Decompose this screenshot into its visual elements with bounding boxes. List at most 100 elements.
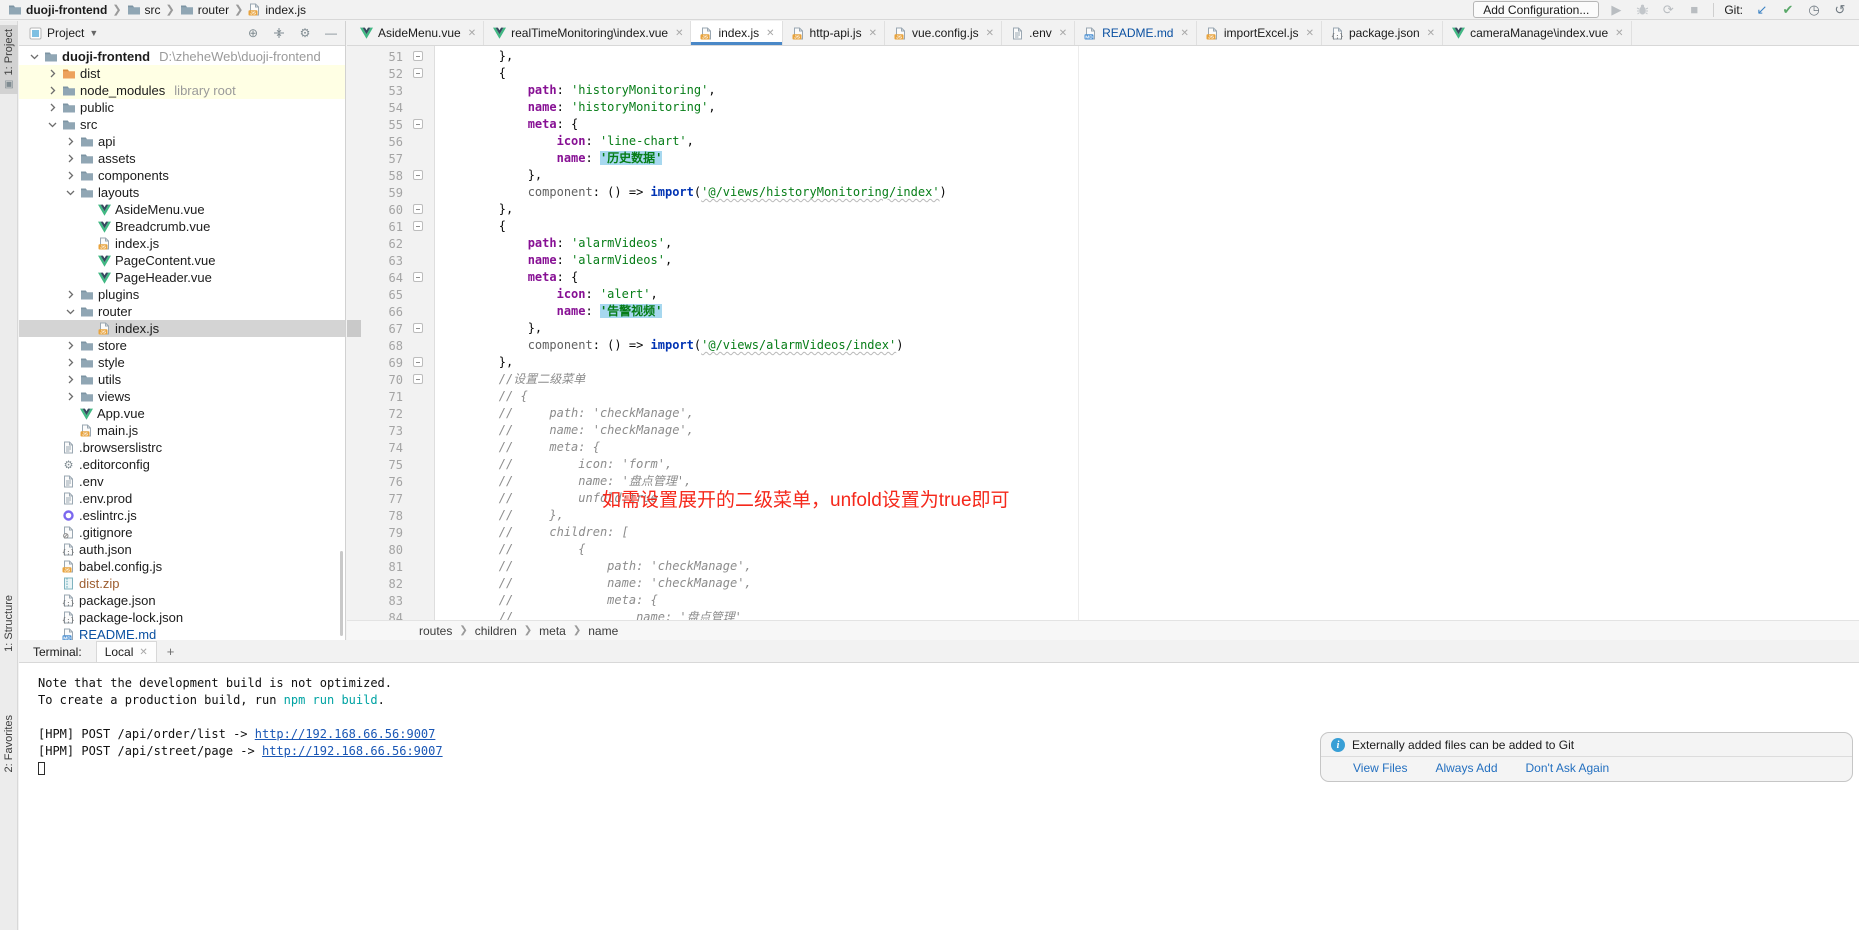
- gutter-row[interactable]: 55: [347, 116, 434, 133]
- gutter-row[interactable]: 78: [347, 507, 434, 524]
- chevron-down-icon[interactable]: [65, 306, 76, 317]
- tree-item-app.vue[interactable]: App.vue: [19, 405, 345, 422]
- code-line[interactable]: // meta: {: [441, 592, 1859, 609]
- chevron-right-icon[interactable]: [47, 85, 58, 96]
- gutter-row[interactable]: 84: [347, 609, 434, 620]
- editor-tab-http-api.js[interactable]: JShttp-api.js✕: [783, 21, 885, 45]
- code-line[interactable]: },: [441, 48, 1859, 65]
- tree-item-index.js[interactable]: JSindex.js: [19, 320, 345, 337]
- tree-item-main.js[interactable]: JSmain.js: [19, 422, 345, 439]
- editor-tab-realtimemonitoring-index.vue[interactable]: realTimeMonitoring\index.vue✕: [484, 21, 691, 45]
- fold-toggle-icon[interactable]: [413, 51, 423, 61]
- fold-toggle-icon[interactable]: [413, 374, 423, 384]
- gutter-row[interactable]: 59: [347, 184, 434, 201]
- code-line[interactable]: // name: '盘点管理': [441, 609, 1859, 620]
- tree-item-plugins[interactable]: plugins: [19, 286, 345, 303]
- tree-item-package.json[interactable]: {;}package.json: [19, 592, 345, 609]
- code-line[interactable]: // name: 'checkManage',: [441, 422, 1859, 439]
- chevron-right-icon[interactable]: [65, 289, 76, 300]
- terminal-tab-local[interactable]: Local ✕: [96, 641, 157, 662]
- tree-item-public[interactable]: public: [19, 99, 345, 116]
- gutter-row[interactable]: 71: [347, 388, 434, 405]
- run-with-coverage-icon[interactable]: ⟳: [1659, 1, 1677, 19]
- gutter-row[interactable]: 79: [347, 524, 434, 541]
- code-line[interactable]: {: [441, 65, 1859, 82]
- code-line[interactable]: },: [441, 320, 1859, 337]
- fold-toggle-icon[interactable]: [413, 170, 423, 180]
- fold-toggle-icon[interactable]: [413, 323, 423, 333]
- code-line[interactable]: meta: {: [441, 269, 1859, 286]
- editor-breadcrumb-item[interactable]: meta: [539, 624, 566, 638]
- new-terminal-session-button[interactable]: +: [167, 644, 175, 659]
- close-icon[interactable]: ✕: [139, 647, 147, 658]
- gutter-row[interactable]: 73: [347, 422, 434, 439]
- breadcrumb-item[interactable]: duoji-frontend: [8, 3, 107, 17]
- tree-scrollbar[interactable]: [340, 551, 343, 636]
- terminal-output[interactable]: Note that the development build is not o…: [19, 663, 1859, 930]
- tool-window-project-button[interactable]: 1: Project ▣: [0, 25, 18, 94]
- tree-item-.env.prod[interactable]: .env.prod: [19, 490, 345, 507]
- tree-item-layouts[interactable]: layouts: [19, 184, 345, 201]
- tree-item-auth.json[interactable]: {;}auth.json: [19, 541, 345, 558]
- notification-action-don-t-ask-again[interactable]: Don't Ask Again: [1526, 761, 1610, 775]
- tree-item-assets[interactable]: assets: [19, 150, 345, 167]
- code-line[interactable]: icon: 'alert',: [441, 286, 1859, 303]
- fold-toggle-icon[interactable]: [413, 272, 423, 282]
- tree-item-duoji-frontend[interactable]: duoji-frontendD:\zheheWeb\duoji-frontend: [19, 48, 345, 65]
- tree-item-views[interactable]: views: [19, 388, 345, 405]
- code-line[interactable]: // icon: 'form',: [441, 456, 1859, 473]
- code-line[interactable]: //设置二级菜单: [441, 371, 1859, 388]
- gutter-row[interactable]: 56: [347, 133, 434, 150]
- code-line[interactable]: },: [441, 167, 1859, 184]
- tree-item-babel.config.js[interactable]: JSbabel.config.js: [19, 558, 345, 575]
- code-lines[interactable]: }, { path: 'historyMonitoring', name: 'h…: [435, 46, 1859, 620]
- editor-tab-.env[interactable]: .env✕: [1002, 21, 1075, 45]
- code-line[interactable]: path: 'historyMonitoring',: [441, 82, 1859, 99]
- tree-item-.browserslistrc[interactable]: .browserslistrc: [19, 439, 345, 456]
- gutter-row[interactable]: 51: [347, 48, 434, 65]
- editor-tab-asidemenu.vue[interactable]: AsideMenu.vue✕: [351, 21, 484, 45]
- tree-item-components[interactable]: components: [19, 167, 345, 184]
- chevron-down-icon[interactable]: [65, 187, 76, 198]
- tree-item-.gitignore[interactable]: .gitignore: [19, 524, 345, 541]
- code-editor[interactable]: 5152535455565758596061626364656667686970…: [347, 46, 1859, 620]
- fold-toggle-icon[interactable]: [413, 357, 423, 367]
- gutter-row[interactable]: 58: [347, 167, 434, 184]
- close-icon[interactable]: ✕: [675, 28, 683, 39]
- tree-item-dist.zip[interactable]: dist.zip: [19, 575, 345, 592]
- code-line[interactable]: // name: 'checkManage',: [441, 575, 1859, 592]
- settings-gear-icon[interactable]: ⚙: [297, 25, 313, 41]
- gutter-row[interactable]: 82: [347, 575, 434, 592]
- close-icon[interactable]: ✕: [766, 28, 774, 39]
- gutter-row[interactable]: 53: [347, 82, 434, 99]
- gutter-row[interactable]: 75: [347, 456, 434, 473]
- git-commit-icon[interactable]: ✔: [1779, 1, 1797, 19]
- tree-item-node-modules[interactable]: node_moduleslibrary root: [19, 82, 345, 99]
- fold-toggle-icon[interactable]: [413, 119, 423, 129]
- gutter-row[interactable]: 52: [347, 65, 434, 82]
- close-icon[interactable]: ✕: [1059, 28, 1067, 39]
- editor-tab-package.json[interactable]: {;}package.json✕: [1322, 21, 1443, 45]
- tree-item-package-lock.json[interactable]: {;}package-lock.json: [19, 609, 345, 626]
- close-icon[interactable]: ✕: [869, 28, 877, 39]
- gutter-row[interactable]: 80: [347, 541, 434, 558]
- terminal-url-link[interactable]: http://192.168.66.56:9007: [255, 727, 436, 741]
- chevron-right-icon[interactable]: [47, 102, 58, 113]
- gutter-row[interactable]: 67: [347, 320, 434, 337]
- gutter-row[interactable]: 61: [347, 218, 434, 235]
- gutter-row[interactable]: 65: [347, 286, 434, 303]
- tree-item-dist[interactable]: dist: [19, 65, 345, 82]
- code-line[interactable]: name: 'historyMonitoring',: [441, 99, 1859, 116]
- gutter-row[interactable]: 57: [347, 150, 434, 167]
- tree-item-.editorconfig[interactable]: ⚙.editorconfig: [19, 456, 345, 473]
- gutter-row[interactable]: 76: [347, 473, 434, 490]
- locate-file-icon[interactable]: ⊕: [245, 25, 261, 41]
- code-line[interactable]: name: '历史数据': [441, 150, 1859, 167]
- tree-item-readme.md[interactable]: MDREADME.md: [19, 626, 345, 640]
- tree-item-pagecontent.vue[interactable]: PageContent.vue: [19, 252, 345, 269]
- tree-item-breadcrumb.vue[interactable]: Breadcrumb.vue: [19, 218, 345, 235]
- gutter-row[interactable]: 68: [347, 337, 434, 354]
- editor-breadcrumb-item[interactable]: children: [475, 624, 517, 638]
- chevron-down-icon[interactable]: [47, 119, 58, 130]
- tool-window-structure-button[interactable]: 1: Structure: [0, 591, 18, 656]
